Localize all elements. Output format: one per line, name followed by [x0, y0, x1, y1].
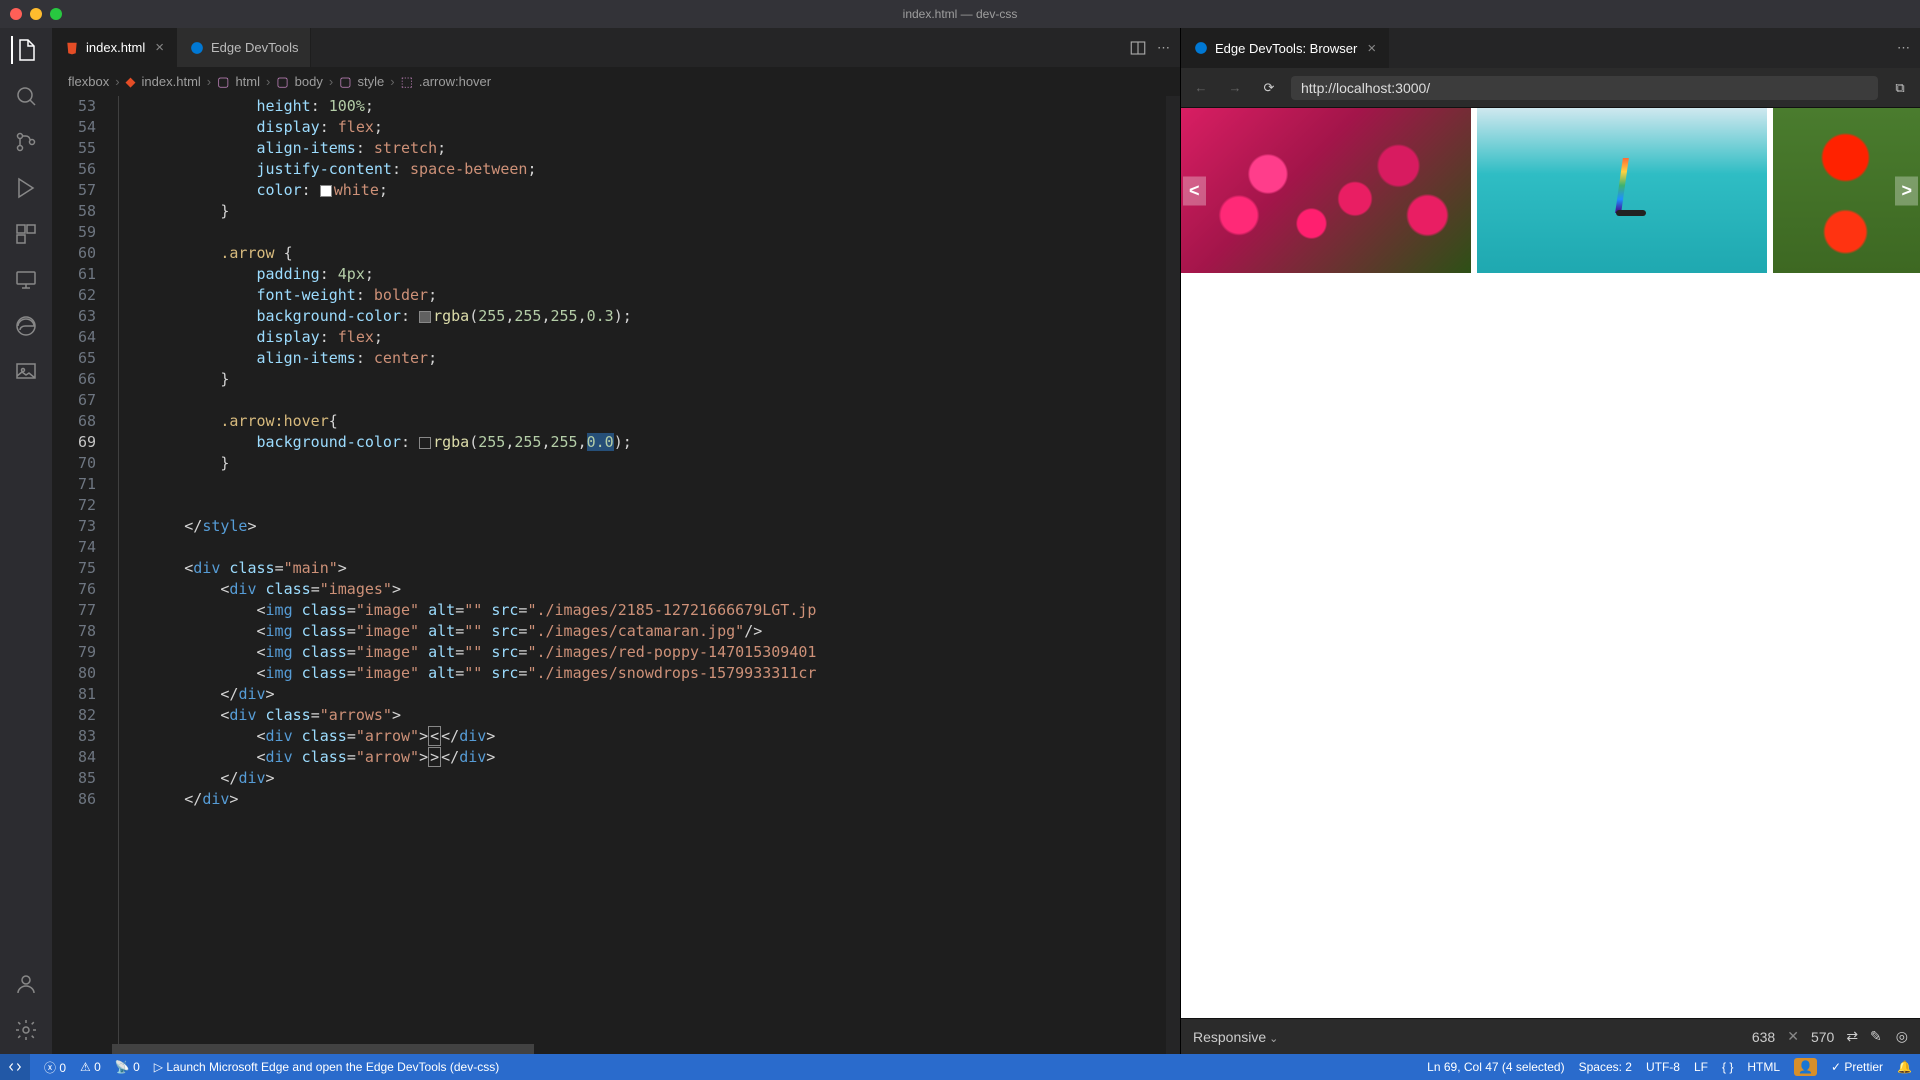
remote-indicator[interactable] — [0, 1054, 30, 1080]
launch-edge-button[interactable]: ▷ Launch Microsoft Edge and open the Edg… — [154, 1060, 499, 1074]
status-bar: ⓧ 0 ⚠ 0 📡 0 ▷ Launch Microsoft Edge and … — [0, 1054, 1920, 1080]
editor-tabs: index.html × Edge DevTools ⋯ — [52, 28, 1180, 68]
symbol-icon: ⬚ — [401, 74, 413, 90]
gallery-image — [1477, 108, 1767, 273]
inspect-icon[interactable]: ◎ — [1896, 1028, 1908, 1045]
encoding[interactable]: UTF-8 — [1646, 1060, 1680, 1074]
activity-bar — [0, 28, 52, 1054]
breadcrumb-item[interactable]: flexbox — [68, 74, 109, 89]
indent-guide — [118, 96, 119, 1054]
account-icon[interactable] — [12, 970, 40, 998]
tab-edge-devtools[interactable]: Edge DevTools — [177, 28, 311, 67]
image-gallery: < > — [1181, 108, 1920, 273]
close-icon[interactable]: × — [1367, 40, 1376, 57]
minimize-window-icon[interactable] — [30, 8, 42, 20]
language-mode[interactable]: HTML — [1747, 1060, 1780, 1074]
symbol-icon: ▢ — [276, 74, 288, 90]
devtools-tabs: Edge DevTools: Browser × ⋯ — [1181, 28, 1920, 68]
responsive-mode-select[interactable]: Responsive — [1193, 1029, 1278, 1045]
errors-count[interactable]: ⓧ 0 — [44, 1059, 66, 1076]
back-icon[interactable]: ← — [1189, 80, 1213, 95]
prettier-status[interactable]: ✓ Prettier — [1831, 1060, 1883, 1074]
eyedropper-icon[interactable]: ✎ — [1870, 1028, 1882, 1045]
tab-label: index.html — [86, 40, 145, 55]
explorer-icon[interactable] — [11, 36, 39, 64]
line-numbers: 5354555657585960616263646566676869707172… — [52, 96, 112, 1054]
breadcrumb[interactable]: flexbox› ◆ index.html› ▢ html› ▢ body› ▢… — [52, 68, 1180, 96]
eol[interactable]: LF — [1694, 1060, 1708, 1074]
window-title: index.html — dev-css — [903, 7, 1018, 21]
split-editor-icon[interactable] — [1129, 39, 1147, 57]
editor-pane: index.html × Edge DevTools ⋯ flexbox› ◆ … — [52, 28, 1180, 1054]
breadcrumb-item[interactable]: html — [235, 74, 260, 89]
warnings-count[interactable]: ⚠ 0 — [80, 1060, 101, 1074]
forward-icon[interactable]: → — [1223, 80, 1247, 95]
gallery-prev-button[interactable]: < — [1183, 176, 1206, 205]
tab-index-html[interactable]: index.html × — [52, 28, 177, 67]
gallery-image — [1181, 108, 1471, 273]
image-icon[interactable] — [12, 358, 40, 386]
browser-preview[interactable]: < > — [1181, 108, 1920, 1018]
close-icon[interactable]: × — [155, 39, 164, 56]
minimap[interactable] — [1166, 96, 1180, 1054]
horizontal-scrollbar[interactable] — [112, 1044, 1166, 1054]
titlebar: index.html — dev-css — [0, 0, 1920, 28]
browser-toolbar: ← → ⟳ http://localhost:3000/ ⧉ — [1181, 68, 1920, 108]
window-controls — [10, 8, 62, 20]
symbol-icon: ▢ — [339, 74, 351, 90]
viewport-height[interactable]: 570 — [1811, 1029, 1834, 1045]
breadcrumb-item[interactable]: .arrow:hover — [419, 74, 491, 89]
html-file-icon: ◆ — [126, 74, 136, 90]
settings-icon[interactable] — [12, 1016, 40, 1044]
reload-icon[interactable]: ⟳ — [1257, 80, 1281, 96]
indentation[interactable]: Spaces: 2 — [1579, 1060, 1632, 1074]
responsive-toolbar: Responsive 638 ✕ 570 ⇄ ✎ ◎ — [1181, 1018, 1920, 1054]
braces-icon[interactable]: { } — [1722, 1060, 1733, 1074]
gallery-next-button[interactable]: > — [1895, 176, 1918, 205]
devtools-pane: Edge DevTools: Browser × ⋯ ← → ⟳ http://… — [1180, 28, 1920, 1054]
tab-label: Edge DevTools: Browser — [1215, 41, 1357, 56]
symbol-icon: ▢ — [217, 74, 229, 90]
tab-devtools-browser[interactable]: Edge DevTools: Browser × — [1181, 28, 1389, 68]
edge-icon — [1193, 40, 1209, 56]
rotate-icon[interactable]: ⇄ — [1846, 1028, 1858, 1045]
breadcrumb-item[interactable]: style — [357, 74, 384, 89]
more-actions-icon[interactable]: ⋯ — [1897, 40, 1910, 56]
address-bar[interactable]: http://localhost:3000/ — [1291, 76, 1878, 100]
edge-tools-icon[interactable] — [12, 312, 40, 340]
search-icon[interactable] — [12, 82, 40, 110]
viewport-width[interactable]: 638 — [1752, 1029, 1775, 1045]
more-actions-icon[interactable]: ⋯ — [1157, 40, 1170, 56]
close-window-icon[interactable] — [10, 8, 22, 20]
code-editor[interactable]: 5354555657585960616263646566676869707172… — [52, 96, 1180, 1054]
live-share-icon[interactable]: 👤 — [1794, 1058, 1817, 1076]
edge-icon — [189, 40, 205, 56]
remote-icon[interactable] — [12, 266, 40, 294]
dimension-separator: ✕ — [1787, 1028, 1799, 1045]
breadcrumb-item[interactable]: index.html — [142, 74, 201, 89]
html-file-icon — [64, 40, 80, 56]
cursor-position[interactable]: Ln 69, Col 47 (4 selected) — [1427, 1060, 1564, 1074]
tab-label: Edge DevTools — [211, 40, 298, 55]
source-control-icon[interactable] — [12, 128, 40, 156]
maximize-window-icon[interactable] — [50, 8, 62, 20]
breadcrumb-item[interactable]: body — [295, 74, 323, 89]
extensions-icon[interactable] — [12, 220, 40, 248]
notifications-icon[interactable]: 🔔 — [1897, 1060, 1912, 1074]
dock-icon[interactable]: ⧉ — [1888, 80, 1912, 96]
ports-count[interactable]: 📡 0 — [115, 1060, 140, 1074]
code-content[interactable]: height: 100%; display: flex; align-items… — [112, 96, 1166, 1054]
run-debug-icon[interactable] — [12, 174, 40, 202]
